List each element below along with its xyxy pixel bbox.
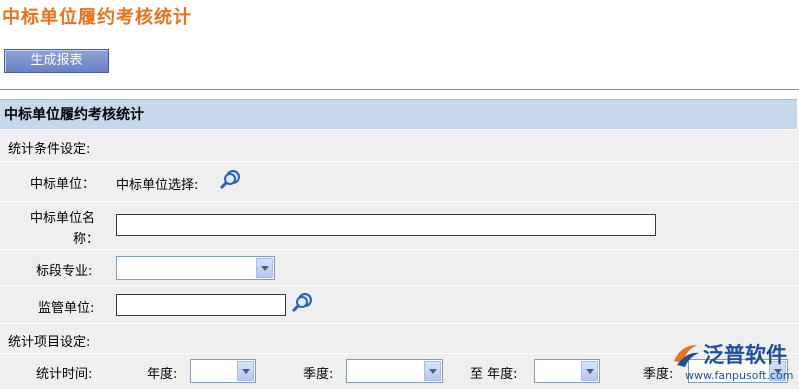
- stat-time-label: 统计时间:: [36, 367, 93, 382]
- select-supervisor-icon[interactable]: [291, 292, 314, 316]
- chevron-down-icon[interactable]: [237, 361, 254, 381]
- conditions-section-row: 统计条件设定:: [0, 130, 799, 162]
- brand-logo-icon: [674, 345, 699, 367]
- winning-unit-name-label-2: 称：: [73, 232, 100, 247]
- to-year-select[interactable]: [534, 359, 600, 383]
- generate-report-button[interactable]: 生成报表: [4, 49, 109, 73]
- winning-unit-name-input[interactable]: [116, 214, 656, 236]
- supervisor-label: 监管单位:: [38, 301, 95, 316]
- section-specialty-label: 标段专业:: [36, 264, 93, 279]
- panel-header: 中标单位履约考核统计: [0, 99, 797, 129]
- winning-unit-row: 中标单位： 中标单位选择:: [0, 162, 799, 202]
- items-section-label: 统计项目设定:: [8, 335, 91, 350]
- select-unit-icon[interactable]: [219, 169, 242, 193]
- chevron-down-icon[interactable]: [581, 361, 598, 381]
- watermark-url: www.fanpusoft.com: [685, 369, 794, 382]
- supervisor-row: 监管单位:: [0, 286, 799, 324]
- year-label: 年度:: [147, 367, 178, 382]
- supervisor-input[interactable]: [116, 294, 286, 316]
- conditions-section-label: 统计条件设定:: [8, 142, 91, 157]
- winning-unit-select-text: 中标单位选择:: [116, 178, 199, 193]
- section-specialty-select[interactable]: [116, 256, 275, 280]
- page-title: 中标单位履约考核统计: [2, 7, 192, 28]
- to-quarter-label: 季度:: [643, 367, 674, 382]
- divider: [0, 89, 799, 90]
- quarter-select[interactable]: [346, 359, 443, 383]
- watermark-name: 泛普软件: [703, 343, 787, 367]
- to-year-label: 至 年度:: [470, 367, 518, 382]
- quarter-label: 季度:: [303, 367, 334, 382]
- watermark-logo: 泛普软件 www.fanpusoft.com: [671, 339, 794, 385]
- winning-unit-label: 中标单位：: [30, 177, 96, 192]
- chevron-down-icon[interactable]: [256, 258, 273, 278]
- winning-unit-name-row: 中标单位名 称：: [0, 202, 799, 250]
- section-specialty-row: 标段专业:: [0, 250, 799, 286]
- winning-unit-name-label-1: 中标单位名: [30, 211, 96, 226]
- chevron-down-icon[interactable]: [424, 361, 441, 381]
- year-select[interactable]: [190, 359, 256, 383]
